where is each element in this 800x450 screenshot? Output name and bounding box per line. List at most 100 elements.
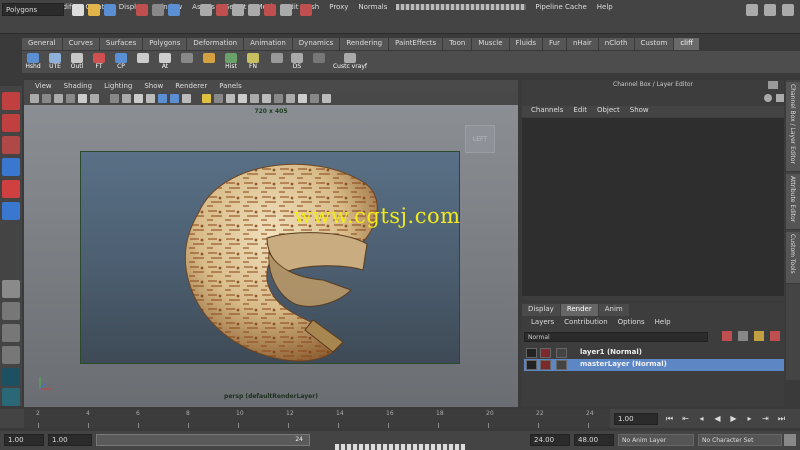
start-time-field[interactable]: 1.00 [4, 434, 44, 446]
select-dynamic-icon[interactable] [280, 4, 292, 16]
viewport-menu-renderer[interactable]: Renderer [169, 82, 213, 90]
shelf-tab-dynamics[interactable]: Dynamics [292, 38, 341, 50]
paint-select-tool-icon[interactable] [2, 136, 20, 154]
select-curve-icon[interactable] [232, 4, 244, 16]
select-handle-icon[interactable] [200, 4, 212, 16]
layer-row-master[interactable]: masterLayer (Normal) [524, 359, 784, 371]
channel-box-menu-object[interactable]: Object [592, 106, 625, 117]
viewport-toolbar-icon[interactable] [202, 94, 211, 103]
viewport-toolbar-icon[interactable] [54, 94, 63, 103]
shelf-tab-fur[interactable]: Fur [542, 38, 567, 50]
channel-box-body[interactable] [522, 118, 784, 296]
show-hide-channel-box-icon[interactable] [782, 4, 794, 16]
shelf-button[interactable] [266, 53, 288, 72]
shelf-button[interactable] [176, 53, 198, 72]
layer-settings-icon[interactable] [556, 348, 567, 358]
shelf-tab-general[interactable]: General [22, 38, 63, 50]
end-time-field[interactable]: 48.00 [574, 434, 614, 446]
shelf-button[interactable] [132, 53, 154, 72]
viewport-toolbar-icon[interactable] [238, 94, 247, 103]
playback-end-field[interactable]: 24.00 [530, 434, 570, 446]
tab-channel-box[interactable]: Channel Box / Layer Editor [786, 82, 800, 172]
viewport-toolbar-icon[interactable] [250, 94, 259, 103]
shelf-button[interactable]: Hist [220, 53, 242, 72]
shelf-button[interactable]: CP [110, 53, 132, 72]
shelf-tab-painteffects[interactable]: PaintEffects [389, 38, 444, 50]
play-forwards-icon[interactable]: ▶ [728, 414, 739, 424]
viewport-toolbar-icon[interactable] [226, 94, 235, 103]
channel-box-icon[interactable] [764, 94, 772, 102]
shelf-button[interactable]: Custc vrayf [328, 53, 372, 72]
shelf-tab-surfaces[interactable]: Surfaces [99, 38, 144, 50]
viewport-toolbar-icon[interactable] [122, 94, 131, 103]
viewport-menu-lighting[interactable]: Lighting [98, 82, 138, 90]
viewport-toolbar-icon[interactable] [134, 94, 143, 103]
perspective-viewport[interactable]: 720 x 405 LEFT www.cgtsj.com persp (defa… [24, 105, 518, 407]
new-layer-selected-icon[interactable] [738, 331, 748, 341]
viewport-menu-shading[interactable]: Shading [58, 82, 98, 90]
save-scene-icon[interactable] [104, 4, 116, 16]
shelf-tab-ncloth[interactable]: nCloth [598, 38, 635, 50]
shelf-tab-deformation[interactable]: Deformation [187, 38, 245, 50]
viewport-menu-view[interactable]: View [29, 82, 58, 90]
viewport-toolbar-icon[interactable] [262, 94, 271, 103]
current-frame-field[interactable]: 1.00 [614, 413, 658, 425]
viewport-toolbar-icon[interactable] [214, 94, 223, 103]
shelf-button[interactable] [198, 53, 220, 72]
show-hide-attribute-editor-icon[interactable] [746, 4, 758, 16]
tab-attribute-editor[interactable]: Attribute Editor [786, 174, 800, 230]
select-surface-icon[interactable] [248, 4, 260, 16]
layer-editor-icon[interactable] [776, 94, 784, 102]
helmet-model[interactable] [81, 152, 461, 365]
shelf-tab-muscle[interactable]: Muscle [472, 38, 510, 50]
view-cube[interactable]: LEFT [465, 125, 495, 153]
select-joint-icon[interactable] [216, 4, 228, 16]
open-scene-icon[interactable] [88, 4, 100, 16]
hypershade-layout-icon[interactable] [2, 368, 20, 386]
viewport-toolbar-icon[interactable] [90, 94, 99, 103]
persp-graph-layout-icon[interactable] [2, 346, 20, 364]
layer-row-layer1[interactable]: layer1 (Normal) [524, 347, 784, 359]
go-to-start-icon[interactable]: ⏮ [664, 414, 675, 424]
shelf-tab-curves[interactable]: Curves [62, 38, 100, 50]
layer-menu-contribution[interactable]: Contribution [559, 318, 612, 329]
shelf-button[interactable]: UTE [44, 53, 66, 72]
menu-help[interactable]: Help [592, 3, 618, 11]
step-back-key-icon[interactable]: ⇤ [680, 414, 691, 424]
viewport-toolbar-icon[interactable] [30, 94, 39, 103]
layer-delete-icon[interactable] [770, 331, 780, 341]
layer-menu-options[interactable]: Options [613, 318, 650, 329]
select-tool-icon[interactable] [2, 92, 20, 110]
persp-outliner-layout-icon[interactable] [2, 324, 20, 342]
layer-tab-anim[interactable]: Anim [598, 304, 629, 316]
layer-lights-icon[interactable] [754, 331, 764, 341]
shelf-tab-fluids[interactable]: Fluids [509, 38, 543, 50]
shelf-tab-polygons[interactable]: Polygons [143, 38, 188, 50]
viewport-toolbar-icon[interactable] [158, 94, 167, 103]
shelf-tab-toon[interactable]: Toon [443, 38, 473, 50]
go-to-end-icon[interactable]: ⏭ [776, 414, 787, 424]
new-scene-icon[interactable] [72, 4, 84, 16]
tab-custom-tools[interactable]: Custom Tools [786, 232, 800, 284]
layer-menu-help[interactable]: Help [650, 318, 676, 329]
channel-box-menu-edit[interactable]: Edit [568, 106, 592, 117]
single-perspective-layout-icon[interactable] [2, 280, 20, 298]
select-rendering-icon[interactable] [300, 4, 312, 16]
layer-render-toggle[interactable] [540, 360, 551, 370]
viewport-menu-show[interactable]: Show [138, 82, 169, 90]
move-tool-icon[interactable] [2, 158, 20, 176]
layer-visibility-toggle[interactable] [526, 360, 537, 370]
shelf-tab-rendering[interactable]: Rendering [340, 38, 390, 50]
shelf-tab-animation[interactable]: Animation [244, 38, 293, 50]
shelf-tab-nhair[interactable]: nHair [566, 38, 599, 50]
shelf-tab-cliff[interactable]: cliff [674, 38, 700, 50]
viewport-toolbar-icon[interactable] [322, 94, 331, 103]
shelf-button[interactable]: FN [242, 53, 264, 72]
viewport-toolbar-icon[interactable] [310, 94, 319, 103]
step-forward-frame-icon[interactable]: ▸ [744, 414, 755, 424]
viewport-menu-panels[interactable]: Panels [213, 82, 248, 90]
layer-tab-render[interactable]: Render [560, 304, 598, 316]
render-view-layout-icon[interactable] [2, 388, 20, 406]
character-set-dropdown[interactable]: No Character Set [698, 434, 782, 446]
menu-proxy[interactable]: Proxy [324, 3, 353, 11]
